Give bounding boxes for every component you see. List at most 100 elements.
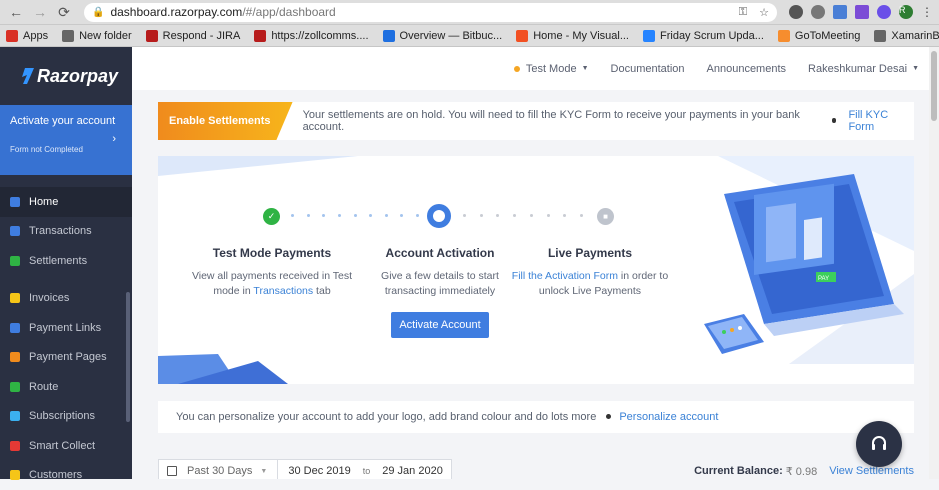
extension-icon[interactable] — [855, 5, 869, 19]
step-title: Test Mode Payments — [187, 246, 357, 260]
date-to-word: to — [363, 466, 371, 476]
key-icon[interactable]: ⚿ — [739, 6, 747, 19]
bookmark-item[interactable]: Apps — [6, 30, 48, 42]
forward-icon[interactable]: → — [30, 4, 50, 20]
step-description: Give a few details to start transacting … — [355, 269, 525, 299]
back-icon[interactable]: ← — [6, 4, 26, 20]
activate-account-button[interactable]: Activate Account — [391, 312, 489, 338]
sidebar-item-label: Settlements — [29, 255, 87, 267]
notice-message: Your settlements are on hold. You will n… — [303, 109, 822, 133]
settlements-icon — [10, 256, 20, 266]
bookmark-item[interactable]: Respond - JIRA — [146, 30, 241, 42]
extension-icon[interactable] — [833, 5, 847, 19]
sidebar-item-subscriptions[interactable]: Subscriptions — [0, 402, 132, 432]
fill-kyc-link[interactable]: Fill KYC Form — [848, 109, 914, 133]
bookmark-label: New folder — [79, 30, 132, 42]
step-live-indicator: ■ — [597, 208, 614, 225]
sidebar-item-smart-collect[interactable]: Smart Collect — [0, 431, 132, 461]
sidebar-item-label: Customers — [29, 469, 82, 481]
gotomeeting-icon — [778, 30, 790, 42]
step-live-payments: Live Payments Fill the Activation Form i… — [505, 246, 675, 299]
date-to[interactable]: 29 Jan 2020 — [382, 465, 443, 477]
sidebar-item-label: Invoices — [29, 292, 69, 304]
caret-down-icon: ▼ — [582, 65, 589, 72]
bitbucket-icon — [383, 30, 395, 42]
sidebar-scrollbar[interactable] — [126, 292, 130, 422]
sidebar-item-customers[interactable]: Customers — [0, 461, 132, 490]
announcements-link[interactable]: Announcements — [707, 63, 787, 75]
step-title: Live Payments — [505, 246, 675, 260]
sidebar-item-payment-pages[interactable]: Payment Pages — [0, 343, 132, 373]
extension-icon[interactable] — [877, 5, 891, 19]
app-shell: Razorpay Activate your account Form not … — [0, 47, 939, 479]
bookmark-label: Friday Scrum Upda... — [660, 30, 764, 42]
bookmark-item[interactable]: Home - My Visual... — [516, 30, 629, 42]
period-select[interactable]: Past 30 Days — [187, 465, 252, 477]
personalize-link[interactable]: Personalize account — [619, 411, 718, 423]
user-menu[interactable]: Rakeshkumar Desai▼ — [808, 63, 919, 75]
invoices-icon — [10, 293, 20, 303]
bookmark-item[interactable]: XamarinBookMarks — [874, 30, 939, 42]
step-description: View all payments received in Test mode … — [187, 269, 357, 299]
bullet-icon — [832, 118, 837, 123]
sidebar-item-home[interactable]: Home — [0, 187, 132, 217]
activation-form-link[interactable]: Fill the Activation Form — [512, 270, 618, 282]
progress-steps: ✓ ■ — [263, 206, 613, 230]
razorpay-logo-icon — [20, 68, 34, 84]
smart-collect-icon — [10, 441, 20, 451]
address-bar[interactable]: 🔒 dashboard.razorpay.com/#/app/dashboard… — [84, 3, 777, 22]
camera-icon[interactable] — [811, 5, 825, 19]
more-vert-icon[interactable]: ⋮ — [921, 5, 933, 19]
extension-icon[interactable] — [789, 5, 803, 19]
divider — [277, 459, 278, 479]
jira-icon — [643, 30, 655, 42]
sidebar-item-settlements[interactable]: Settlements — [0, 246, 132, 276]
date-range-picker[interactable]: Past 30 Days ▼ 30 Dec 2019 to 29 Jan 202… — [158, 459, 452, 479]
bookmarks-bar: Apps New folder Respond - JIRA https://zoll… — [0, 25, 939, 47]
bookmark-item[interactable]: Friday Scrum Upda... — [643, 30, 764, 42]
route-icon — [10, 382, 20, 392]
progress-dots — [291, 214, 419, 216]
activate-account-card[interactable]: Activate your account Form not Completed… — [0, 105, 132, 175]
personalize-message: You can personalize your account to add … — [176, 411, 596, 423]
mode-switcher[interactable]: Test Mode ▼ — [514, 63, 589, 75]
mode-dot-icon — [514, 66, 520, 72]
sidebar-item-label: Smart Collect — [29, 440, 95, 452]
step-test-mode-indicator: ✓ — [263, 208, 280, 225]
star-icon[interactable]: ☆ — [759, 6, 769, 19]
view-settlements-link[interactable]: View Settlements — [829, 465, 914, 477]
onboarding-card: PAY ✓ ■ Test Mode Payments View all paym… — [158, 156, 914, 384]
sidebar-item-label: Subscriptions — [29, 410, 95, 422]
date-from[interactable]: 30 Dec 2019 — [288, 465, 350, 477]
sidebar-item-payment-links[interactable]: Payment Links — [0, 313, 132, 343]
microsoft-icon — [516, 30, 528, 42]
reload-icon[interactable]: ⟳ — [54, 4, 74, 21]
payment-pages-icon — [10, 352, 20, 362]
folder-icon — [62, 30, 74, 42]
caret-down-icon: ▼ — [260, 468, 267, 475]
sidebar-item-label: Transactions — [29, 225, 92, 237]
current-step-icon — [427, 204, 451, 228]
payment-links-icon — [10, 323, 20, 333]
bookmark-item[interactable]: GoToMeeting — [778, 30, 860, 42]
transactions-icon — [10, 226, 20, 236]
support-button[interactable] — [856, 421, 902, 467]
caret-down-icon: ▼ — [912, 65, 919, 72]
page-scrollbar[interactable] — [929, 47, 939, 479]
profile-avatar[interactable]: R — [899, 5, 913, 19]
bookmark-item[interactable]: https://zollcomms.... — [254, 30, 368, 42]
sidebar-item-transactions[interactable]: Transactions — [0, 217, 132, 247]
activate-title: Activate your account — [10, 115, 122, 127]
mode-label: Test Mode — [526, 63, 577, 75]
home-icon — [10, 197, 20, 207]
documentation-link[interactable]: Documentation — [611, 63, 685, 75]
balance-value: ₹ 0.98 — [786, 465, 817, 478]
url-host: dashboard.razorpay.com — [110, 5, 242, 19]
brand-logo[interactable]: Razorpay — [0, 47, 132, 105]
bookmark-item[interactable]: Overview — Bitbuc... — [383, 30, 503, 42]
sidebar-item-label: Home — [29, 196, 58, 208]
sidebar-item-route[interactable]: Route — [0, 372, 132, 402]
sidebar-item-invoices[interactable]: Invoices — [0, 284, 132, 314]
transactions-link[interactable]: Transactions — [253, 285, 313, 297]
bookmark-item[interactable]: New folder — [62, 30, 132, 42]
